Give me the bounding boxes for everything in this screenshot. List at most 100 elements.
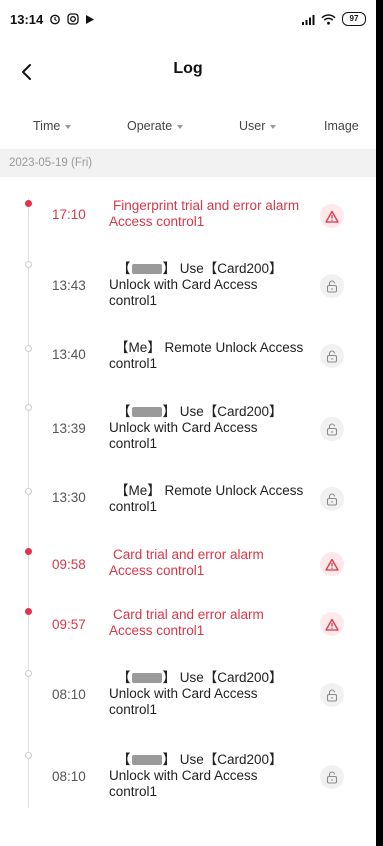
- timeline-dot: [25, 752, 32, 759]
- filter-operate[interactable]: Operate: [127, 119, 184, 133]
- battery-icon: 97: [342, 12, 366, 26]
- instagram-icon: [67, 13, 79, 25]
- log-line: control1: [109, 356, 158, 371]
- log-time: 09:58: [52, 557, 86, 572]
- filter-image: Image: [324, 119, 359, 133]
- app-screen: 13:14 97 Log Time Operate User Image 202…: [0, 0, 376, 846]
- timeline-dot-alarm: [25, 548, 32, 555]
- timeline-dot: [25, 488, 32, 495]
- caret-down-icon: [270, 124, 277, 129]
- filter-operate-label: Operate: [127, 119, 173, 133]
- image-button[interactable]: [320, 612, 344, 636]
- log-time: 13:30: [52, 490, 86, 505]
- log-time: 17:10: [52, 207, 86, 222]
- warning-icon: [325, 618, 339, 631]
- status-right: 97: [301, 12, 366, 26]
- image-button[interactable]: [320, 765, 344, 789]
- log-line: Unlock with Card Access: [109, 686, 258, 701]
- filter-time-label: Time: [33, 119, 61, 133]
- image-button[interactable]: [320, 487, 344, 511]
- date-label: 2023-05-19 (Fri): [9, 157, 93, 169]
- log-line: control1: [109, 293, 158, 308]
- signal-icon: [301, 14, 315, 25]
- log-description: 【】 Use【Card200】 Unlock with Card Access …: [109, 752, 314, 800]
- filter-time[interactable]: Time: [33, 119, 72, 133]
- timeline-dot: [25, 261, 32, 268]
- unlock-icon: [326, 688, 338, 702]
- log-line: control1: [109, 702, 158, 717]
- log-description: 【】 Use【Card200】 Unlock with Card Access …: [109, 670, 314, 718]
- timeline-dot-alarm: [25, 200, 32, 207]
- log-time: 13:40: [52, 347, 86, 362]
- log-line: control1: [109, 436, 158, 451]
- log-line: Unlock with Card Access: [109, 768, 258, 783]
- timeline-dot: [25, 670, 32, 677]
- log-line-rest: 】 Use【Card200】: [162, 404, 283, 419]
- log-line: 【Me】 Remote Unlock Access: [115, 340, 304, 355]
- unlock-icon: [326, 770, 338, 784]
- warning-icon: [325, 210, 339, 223]
- masked-username: [131, 755, 162, 766]
- log-line: Unlock with Card Access: [109, 420, 258, 435]
- image-button[interactable]: [320, 683, 344, 707]
- log-time: 08:10: [52, 687, 86, 702]
- filter-user[interactable]: User: [239, 119, 277, 133]
- log-line: Unlock with Card Access: [109, 277, 258, 292]
- log-description: Card trial and error alarm Access contro…: [109, 607, 314, 639]
- caret-down-icon: [65, 124, 72, 129]
- unlock-icon: [326, 349, 338, 363]
- bracket-open: 【: [117, 404, 131, 419]
- log-line: control1: [109, 784, 158, 799]
- log-line: 【 】 Use【Card200】: [109, 752, 314, 768]
- log-line: Access control1: [109, 623, 205, 638]
- status-bar: 13:14 97: [0, 0, 376, 38]
- masked-username: [131, 407, 162, 418]
- status-left: 13:14: [10, 12, 95, 27]
- log-line: 【Me】 Remote Unlock Access: [115, 483, 304, 498]
- log-line: 【 】 Use【Card200】: [109, 261, 314, 277]
- log-line: Card trial and error alarm: [113, 547, 264, 562]
- log-line-rest: 】 Use【Card200】: [162, 752, 283, 767]
- bracket-open: 【: [117, 752, 131, 767]
- caret-down-icon: [177, 124, 184, 129]
- header-bar: Log: [0, 46, 376, 98]
- image-button[interactable]: [320, 274, 344, 298]
- log-line: Access control1: [109, 563, 205, 578]
- page-title: Log: [173, 60, 203, 77]
- log-description: 【Me】 Remote Unlock Access control1: [109, 483, 319, 515]
- log-time: 13:43: [52, 278, 86, 293]
- masked-username: [131, 264, 162, 275]
- log-time: 13:39: [52, 421, 86, 436]
- date-header: 2023-05-19 (Fri): [0, 149, 376, 177]
- warning-icon: [325, 558, 339, 571]
- log-line: Card trial and error alarm: [113, 607, 264, 622]
- timeline-dot-alarm: [25, 608, 32, 615]
- image-button[interactable]: [320, 344, 344, 368]
- unlock-icon: [326, 279, 338, 293]
- alarm-clock-icon: [49, 13, 61, 25]
- wifi-icon: [321, 13, 336, 25]
- image-button[interactable]: [320, 204, 344, 228]
- image-button[interactable]: [320, 552, 344, 576]
- timeline-dot: [25, 345, 32, 352]
- log-description: 【】 Use【Card200】 Unlock with Card Access …: [109, 404, 314, 452]
- bracket-open: 【: [117, 261, 131, 276]
- log-description: Fingerprint trial and error alarm Access…: [109, 198, 318, 230]
- log-line: 【 】 Use【Card200】: [109, 670, 314, 686]
- log-line: control1: [109, 499, 158, 514]
- log-line-rest: 】 Use【Card200】: [162, 261, 283, 276]
- log-time: 08:10: [52, 769, 86, 784]
- log-description: 【Me】 Remote Unlock Access control1: [109, 340, 319, 372]
- bracket-open: 【: [117, 670, 131, 685]
- log-description: 【】 Use【Card200】 Unlock with Card Access …: [109, 261, 314, 309]
- timeline-dot: [25, 404, 32, 411]
- log-line: Access control1: [109, 214, 205, 229]
- play-store-icon: [85, 14, 95, 25]
- unlock-icon: [326, 492, 338, 506]
- timeline-line: [28, 198, 29, 808]
- log-line: Fingerprint trial and error alarm: [113, 198, 300, 213]
- image-button[interactable]: [320, 417, 344, 441]
- filter-user-label: User: [239, 119, 266, 133]
- filter-bar: Time Operate User Image: [0, 108, 376, 144]
- masked-username: [131, 673, 162, 684]
